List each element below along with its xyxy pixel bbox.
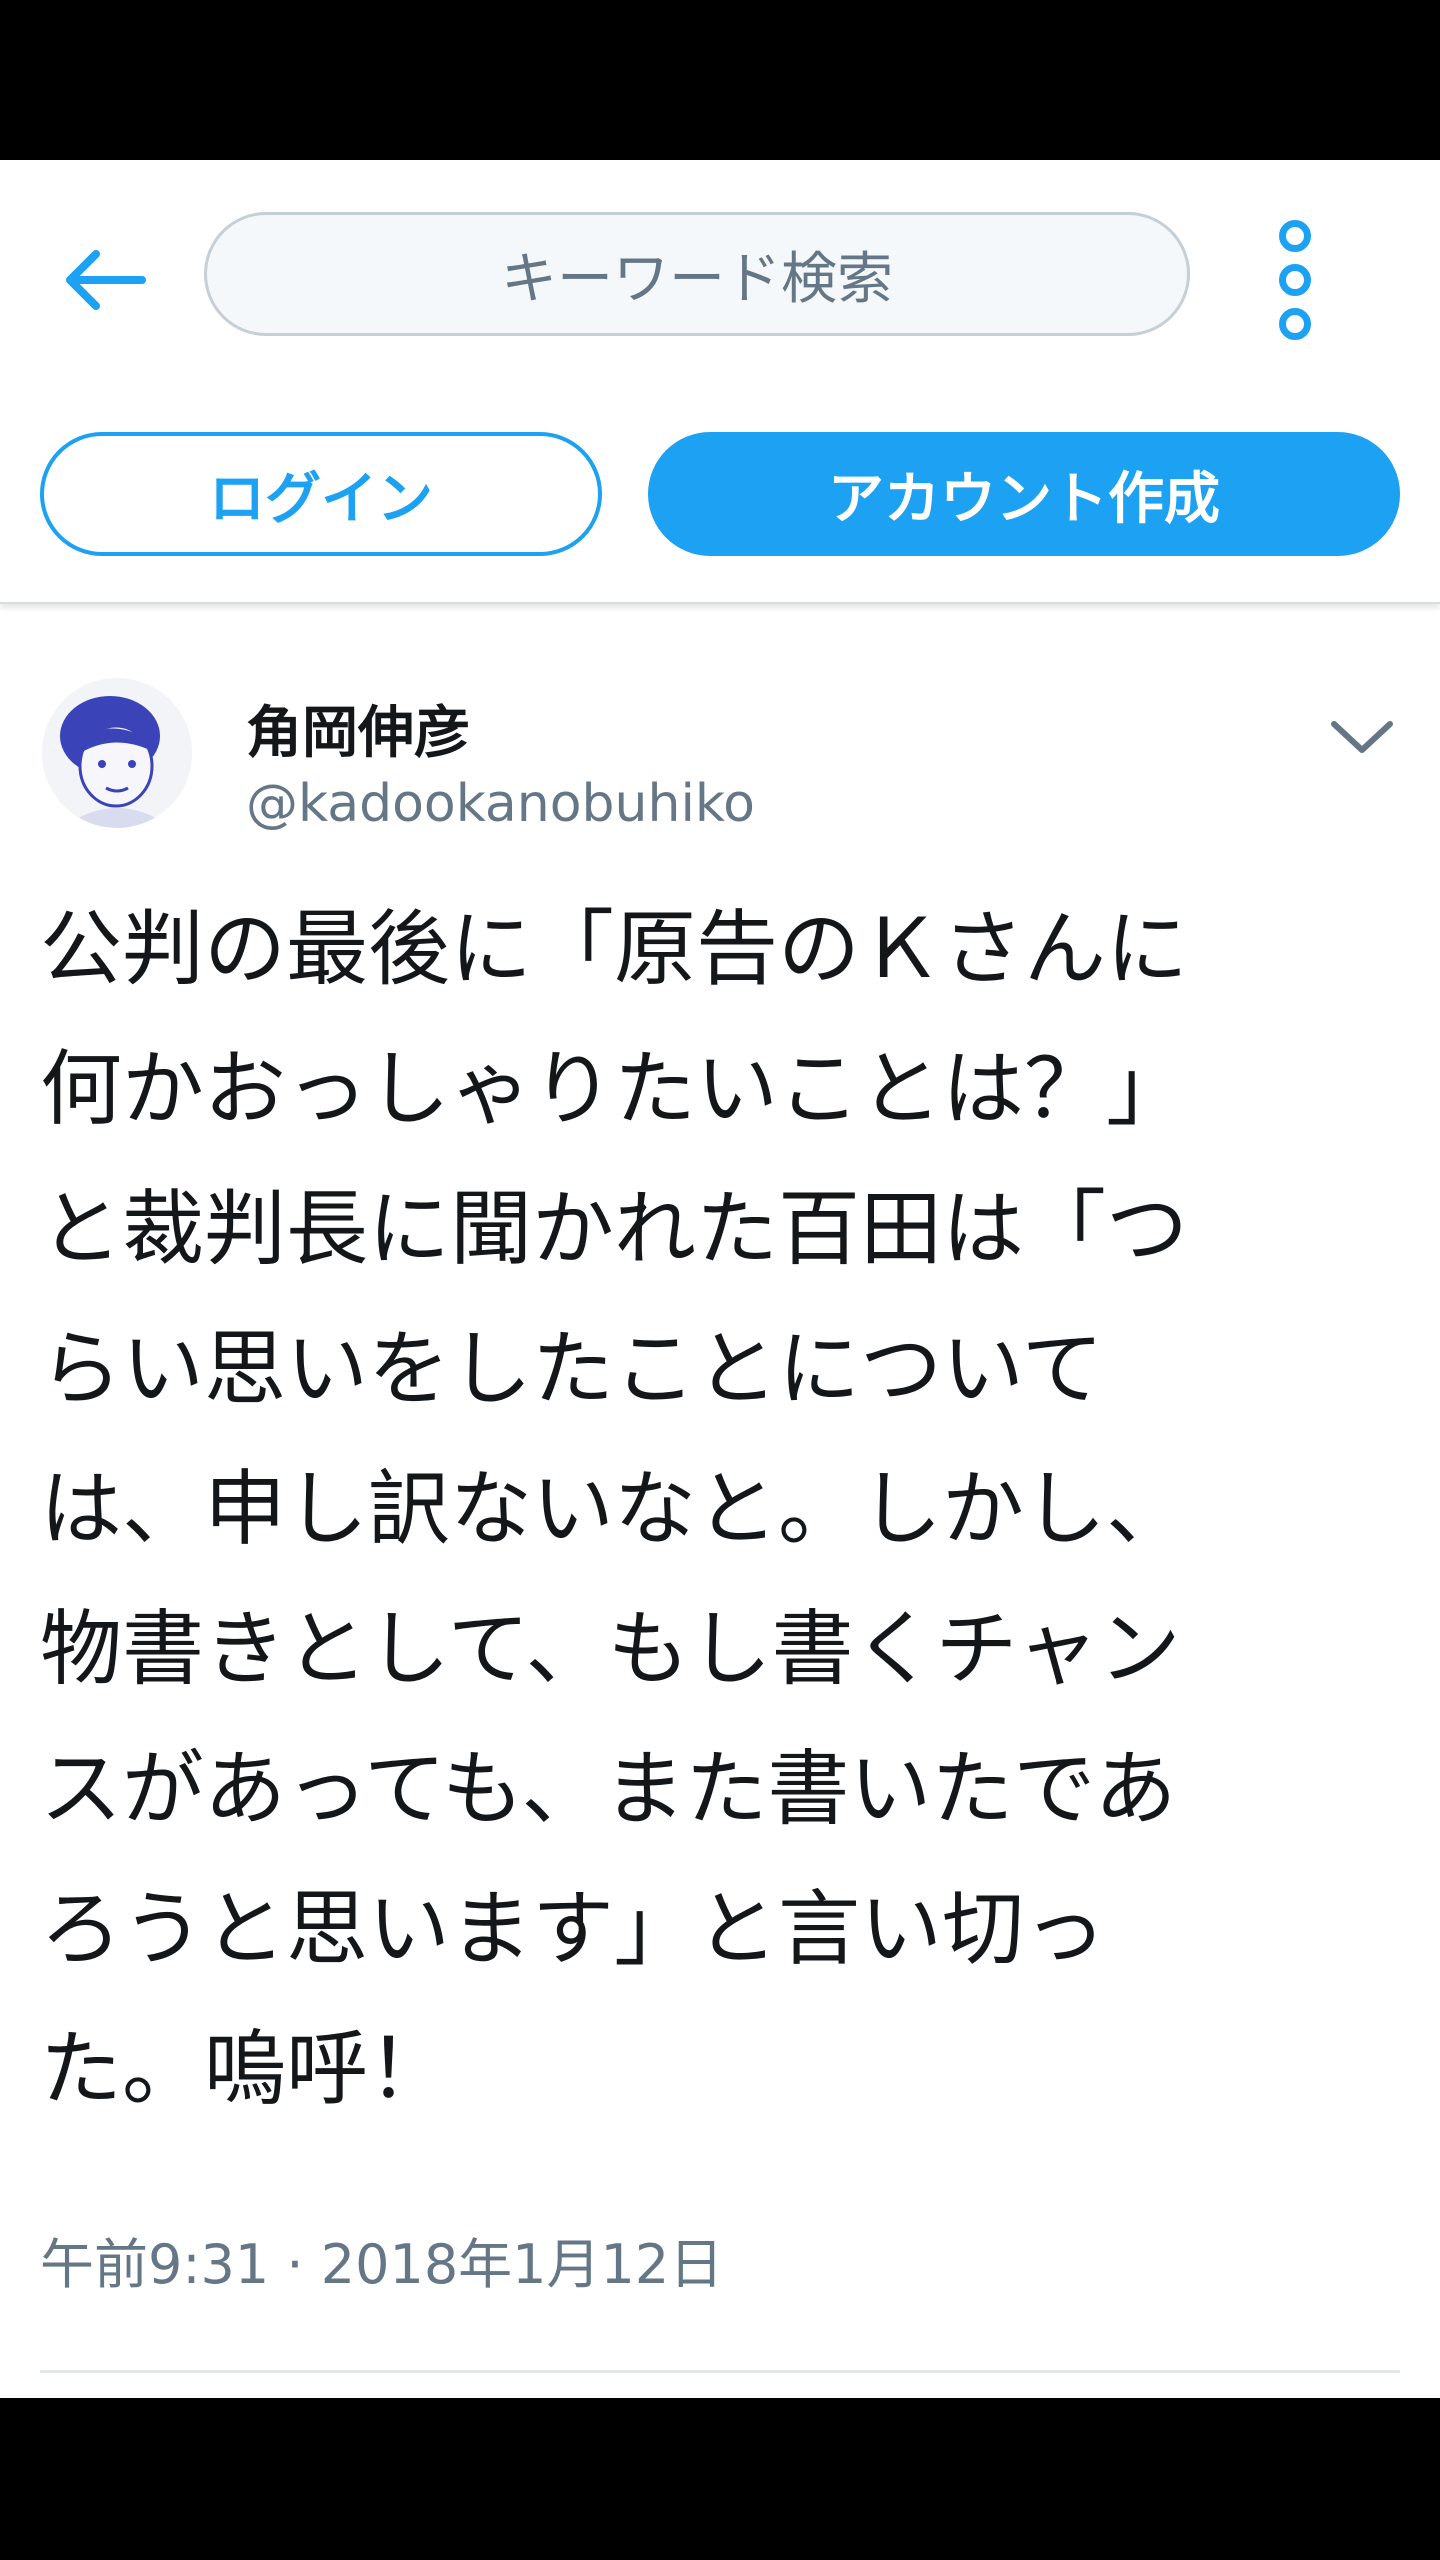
tweet-menu-button[interactable] [1322, 696, 1402, 776]
twitter-screen: キーワード検索 ログイン アカウント作成 角岡伸彦 @kadookanobuhi… [0, 160, 1440, 2398]
tweet-timestamp[interactable]: 午前9:31 · 2018年1月12日 [40, 2220, 723, 2299]
search-placeholder: キーワード検索 [501, 246, 893, 312]
login-button[interactable]: ログイン [40, 432, 602, 556]
signup-button[interactable]: アカウント作成 [648, 432, 1400, 556]
more-vertical-icon-dot [1279, 308, 1311, 340]
top-header: キーワード検索 ログイン アカウント作成 [0, 160, 1440, 604]
avatar[interactable] [42, 678, 192, 828]
search-input[interactable]: キーワード検索 [204, 212, 1190, 336]
more-vertical-icon-dot [1279, 264, 1311, 296]
more-options-button[interactable] [1260, 220, 1330, 340]
more-vertical-icon [1279, 220, 1311, 252]
back-arrow-icon [66, 250, 146, 310]
tweet-text: 公判の最後に「原告のＫさんに 何かおっしゃりたいことは？」 と裁判長に聞かれた百… [40, 902, 1189, 2117]
nav-bar-area [0, 2398, 1440, 2560]
user-handle[interactable]: @kadookanobuhiko [246, 774, 755, 834]
status-bar-area [0, 0, 1440, 160]
display-name[interactable]: 角岡伸彦 [246, 688, 470, 769]
divider [40, 2370, 1400, 2373]
back-button[interactable] [54, 230, 154, 330]
chevron-down-icon [1331, 721, 1393, 753]
avatar-image [42, 678, 192, 828]
